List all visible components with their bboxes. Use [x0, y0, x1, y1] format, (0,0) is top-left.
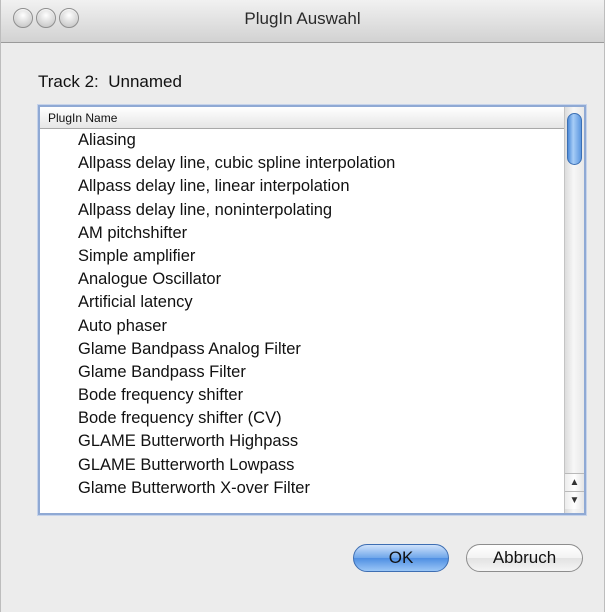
arrow-down-icon[interactable]: ▼ — [565, 491, 584, 509]
list-item[interactable]: Allpass delay line, noninterpolating — [40, 199, 564, 222]
cancel-button[interactable]: Abbruch — [466, 544, 583, 572]
list-item[interactable]: Bode frequency shifter — [40, 384, 564, 407]
list-item[interactable]: Allpass delay line, cubic spline interpo… — [40, 152, 564, 175]
vertical-scrollbar[interactable]: ▲ ▼ — [564, 107, 584, 513]
list-item[interactable]: Analogue Oscillator — [40, 268, 564, 291]
list-item[interactable]: AM pitchshifter — [40, 222, 564, 245]
ok-button[interactable]: OK — [353, 544, 449, 572]
column-header-plugin-name[interactable]: PlugIn Name — [40, 107, 564, 129]
list-item[interactable]: Allpass delay line, linear interpolation — [40, 175, 564, 198]
plugin-list-items: Aliasing Allpass delay line, cubic spline… — [40, 129, 564, 513]
list-item[interactable]: Aliasing — [40, 129, 564, 152]
plugin-selection-window: PlugIn Auswahl Track 2: Unnamed PlugIn N… — [0, 0, 605, 612]
scroll-thumb[interactable] — [567, 113, 582, 165]
track-label: Track 2: Unnamed — [38, 72, 182, 91]
arrow-up-icon[interactable]: ▲ — [565, 473, 584, 491]
window-title: PlugIn Auswahl — [244, 9, 361, 28]
list-item[interactable]: GLAME Butterworth Highpass — [40, 430, 564, 453]
list-item[interactable]: Auto phaser — [40, 315, 564, 338]
plugin-list[interactable]: PlugIn Name Aliasing Allpass delay line, … — [38, 105, 586, 515]
list-item[interactable]: Artificial latency — [40, 291, 564, 314]
list-item[interactable]: Glame Bandpass Analog Filter — [40, 338, 564, 361]
title-bar[interactable]: PlugIn Auswahl — [1, 0, 604, 43]
list-item[interactable]: Simple amplifier — [40, 245, 564, 268]
list-item[interactable]: GLAME Butterworth Lowpass — [40, 454, 564, 477]
list-item[interactable]: Glame Butterworth X-over Filter — [40, 477, 564, 500]
list-item[interactable]: Glame Bandpass Filter — [40, 361, 564, 384]
list-item[interactable]: Bode frequency shifter (CV) — [40, 407, 564, 430]
